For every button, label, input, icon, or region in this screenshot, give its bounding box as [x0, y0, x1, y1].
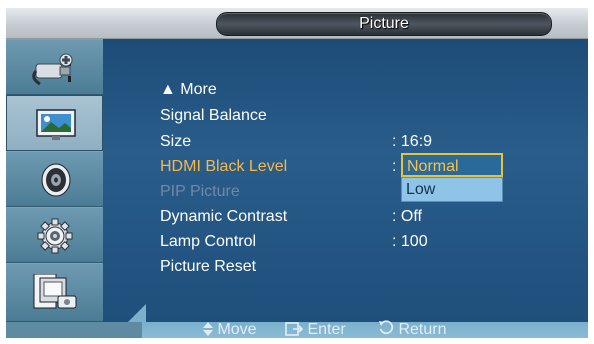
enter-hint-label: Enter: [307, 321, 346, 338]
return-hint: Return: [378, 319, 446, 341]
menu-item-picture-reset[interactable]: Picture Reset: [160, 256, 256, 278]
dynamic-contrast-value: : Off: [392, 208, 422, 225]
menu-item-lamp-control[interactable]: Lamp Control: [160, 231, 256, 253]
dropdown-option-normal[interactable]: Normal: [401, 153, 503, 177]
sidebar-item-setup[interactable]: [6, 207, 103, 263]
dropdown-option-low[interactable]: Low: [401, 177, 503, 202]
sidebar-item-sound[interactable]: [6, 151, 103, 207]
menu-panel: ▲ More Signal Balance Size : 16:9 HDMI B…: [103, 39, 588, 322]
speaker-icon: [41, 163, 71, 197]
sidebar-item-multi-control[interactable]: [6, 263, 103, 322]
hdmi-black-level-colon: :: [392, 158, 397, 175]
menu-item-size[interactable]: Size: [160, 131, 191, 153]
title-bar: Picture: [6, 8, 588, 39]
enter-hint: Enter: [285, 319, 346, 341]
picture-monitor-icon: [36, 109, 76, 140]
move-hint-label: Move: [217, 321, 257, 338]
menu-item-pip-picture: PIP Picture: [160, 183, 240, 200]
bottom-bar-slant: [128, 304, 146, 322]
title-pill: Picture: [216, 12, 552, 36]
page-title: Picture: [359, 15, 409, 32]
setup-gear-icon: [37, 218, 73, 254]
sidebar: [6, 39, 103, 322]
move-updown-icon: [203, 322, 213, 336]
menu-item-signal-balance[interactable]: Signal Balance: [160, 105, 267, 127]
menu-item-hdmi-black-level[interactable]: HDMI Black Level: [160, 156, 287, 178]
size-value: : 16:9: [392, 133, 433, 150]
more-item[interactable]: ▲ More: [160, 79, 217, 101]
multi-control-icon: [33, 274, 77, 309]
input-plug-icon: [32, 53, 73, 86]
sidebar-item-picture[interactable]: [6, 95, 103, 151]
menu-item-dynamic-contrast[interactable]: Dynamic Contrast: [160, 206, 287, 228]
enter-icon: [285, 322, 304, 336]
move-hint: Move: [203, 319, 257, 341]
return-icon: [379, 320, 394, 335]
sidebar-item-input[interactable]: [6, 39, 103, 95]
return-hint-label: Return: [398, 321, 447, 338]
osd-window: Picture ▲ More Signal Balance Size: 16:…: [6, 8, 588, 338]
lamp-control-value: : 100: [392, 233, 428, 250]
